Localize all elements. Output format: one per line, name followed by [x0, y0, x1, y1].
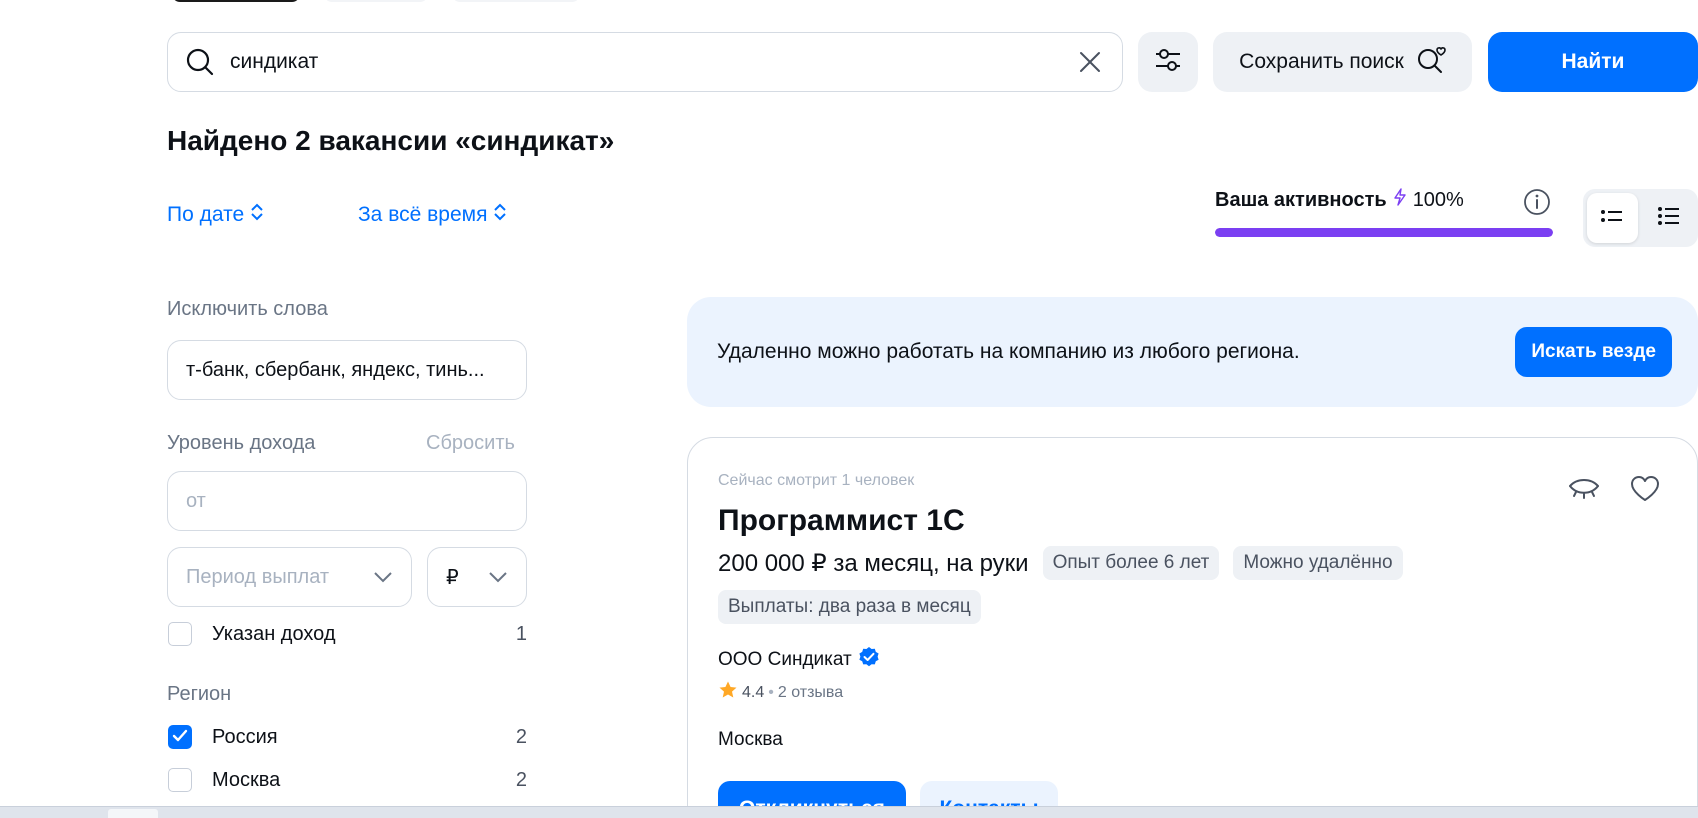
payment-period-placeholder: Период выплат: [186, 565, 330, 588]
list-detailed-icon: [1657, 205, 1681, 232]
activity-label: Ваша активность: [1215, 188, 1387, 211]
chevron-up-down-icon: [250, 202, 264, 228]
top-tab[interactable]: [324, 0, 428, 2]
info-icon[interactable]: [1523, 188, 1551, 221]
watching-now: Сейчас смотрит 1 человек: [718, 472, 915, 489]
view-toggle: [1583, 189, 1698, 247]
region-russia-label: Россия: [212, 725, 278, 748]
exclude-words-label: Исключить слова: [167, 298, 328, 320]
search-input[interactable]: синдикат: [167, 32, 1123, 92]
company-name[interactable]: ООО Синдикат: [718, 649, 852, 671]
vacancy-card[interactable]: Сейчас смотрит 1 человек Программист 1С …: [687, 437, 1698, 818]
sliders-icon: [1153, 45, 1183, 80]
search-everywhere-button[interactable]: Искать везде: [1515, 327, 1672, 377]
search-heart-icon: [1416, 44, 1446, 80]
company-rating[interactable]: 4.4 • 2 отзыва: [718, 680, 1667, 705]
top-tab[interactable]: [452, 0, 580, 2]
vacancy-city: Москва: [718, 729, 783, 750]
region-russia-checkbox[interactable]: [168, 725, 192, 749]
region-moscow-checkbox[interactable]: [168, 768, 192, 792]
checkmark-icon: [172, 726, 188, 749]
rating-value: 4.4: [742, 683, 765, 701]
vacancy-title[interactable]: Программист 1С: [718, 504, 1667, 538]
region-russia-row[interactable]: Россия 2: [168, 725, 527, 749]
activity-widget: Ваша активность 100%: [1215, 188, 1553, 237]
income-from-input[interactable]: от: [167, 471, 527, 531]
income-level-label: Уровень дохода: [167, 432, 316, 454]
save-search-label: Сохранить поиск: [1239, 50, 1404, 73]
heart-icon[interactable]: [1629, 474, 1661, 509]
remote-work-banner: Удаленно можно работать на компанию из л…: [687, 297, 1698, 407]
detailed-list-view-button[interactable]: [1644, 193, 1695, 243]
browser-bottom-bar: [0, 806, 1698, 818]
verified-badge-icon: [858, 646, 880, 674]
income-specified-label: Указан доход: [212, 622, 336, 645]
tag-payments: Выплаты: два раза в месяц: [718, 590, 981, 624]
income-specified-checkbox[interactable]: [168, 622, 192, 646]
banner-text: Удаленно можно работать на компанию из л…: [717, 340, 1300, 363]
star-icon: [718, 680, 738, 705]
activity-progress-fill: [1215, 228, 1553, 237]
reset-income-link[interactable]: Сбросить: [426, 432, 515, 455]
tag-remote: Можно удалённо: [1233, 546, 1403, 580]
currency-value: ₽: [446, 566, 459, 589]
sort-date-label: По дате: [167, 203, 245, 226]
separator-dot: •: [768, 683, 774, 701]
hide-eye-icon[interactable]: [1567, 474, 1601, 509]
top-tabs: [172, 0, 580, 2]
sort-period-label: За всё время: [358, 203, 488, 226]
filters-button[interactable]: [1138, 32, 1198, 92]
list-compact-icon: [1600, 206, 1624, 231]
region-moscow-label: Москва: [212, 768, 281, 791]
sort-by-date[interactable]: По дате: [167, 202, 264, 228]
reviews-count[interactable]: 2 отзыва: [778, 684, 843, 702]
currency-select[interactable]: ₽: [427, 547, 527, 607]
activity-value: 100%: [1412, 188, 1464, 211]
search-query[interactable]: синдикат: [230, 50, 1074, 74]
compact-list-view-button[interactable]: [1587, 193, 1638, 243]
company[interactable]: ООО Синдикат: [718, 646, 1667, 674]
activity-progress: [1215, 228, 1553, 237]
tag-experience: Опыт более 6 лет: [1042, 546, 1220, 580]
chevron-up-down-icon: [493, 202, 507, 228]
bottom-tab[interactable]: [108, 809, 158, 818]
close-icon[interactable]: [1074, 46, 1106, 78]
chevron-down-icon: [373, 566, 393, 589]
chevron-down-icon: [488, 566, 508, 589]
income-specified-checkbox-row[interactable]: Указан доход 1: [168, 622, 527, 646]
save-search-button[interactable]: Сохранить поиск: [1213, 32, 1472, 92]
top-tab-active[interactable]: [172, 0, 300, 2]
exclude-words-input[interactable]: т-банк, сбербанк, яндекс, тинь...: [167, 340, 527, 400]
find-button[interactable]: Найти: [1488, 32, 1698, 92]
sort-by-period[interactable]: За всё время: [358, 202, 507, 228]
vacancy-salary: 200 000 ₽ за месяц, на руки: [718, 549, 1029, 577]
lightning-icon: [1393, 188, 1407, 212]
region-moscow-count: 2: [515, 768, 527, 791]
region-label: Регион: [167, 683, 232, 705]
search-icon: [184, 46, 216, 78]
region-moscow-row[interactable]: Москва 2: [168, 768, 527, 792]
region-russia-count: 2: [515, 725, 527, 748]
page-title: Найдено 2 вакансии «синдикат»: [167, 125, 615, 156]
income-specified-count: 1: [515, 622, 527, 645]
payment-period-select[interactable]: Период выплат: [167, 547, 412, 607]
